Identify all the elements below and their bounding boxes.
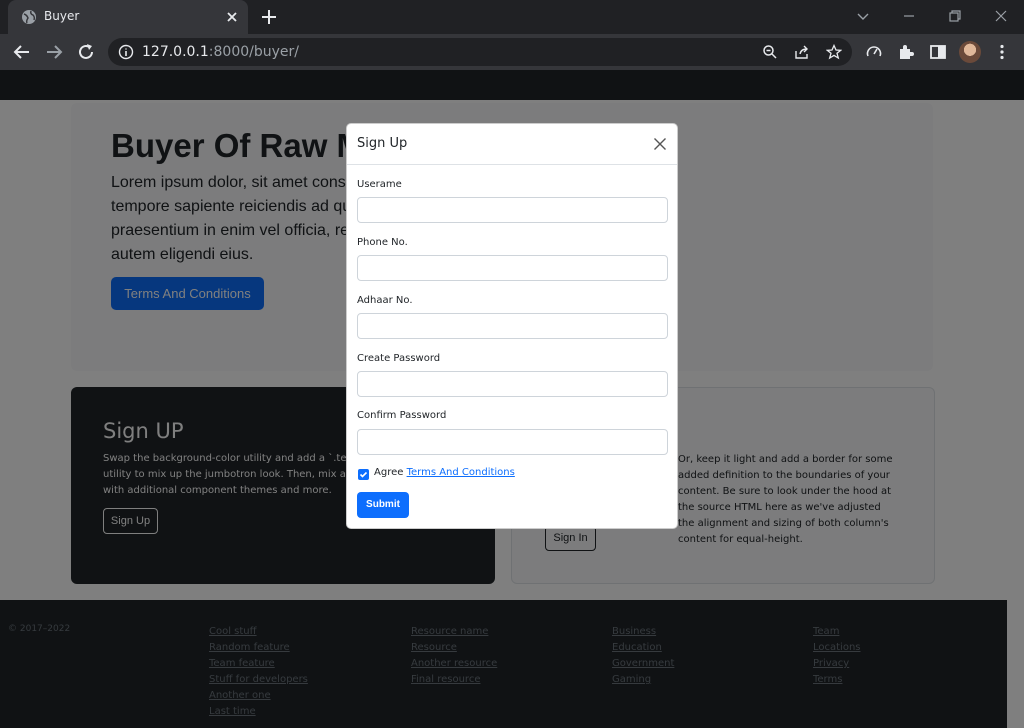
globe-icon: [22, 10, 36, 24]
confirm-password-label: Confirm Password: [357, 410, 447, 421]
agree-label: Agree Terms And Conditions: [374, 467, 515, 478]
back-icon[interactable]: [12, 42, 32, 62]
browser-tab-strip: Buyer: [0, 0, 1024, 34]
side-panel-icon[interactable]: [929, 43, 947, 61]
phone-label: Phone No.: [357, 237, 408, 248]
tab-title: Buyer: [44, 9, 80, 23]
forward-icon[interactable]: [44, 42, 64, 62]
menu-kebab-icon[interactable]: [993, 43, 1011, 61]
close-tab-icon[interactable]: [224, 9, 240, 25]
close-icon[interactable]: [653, 137, 667, 151]
phone-input[interactable]: [357, 255, 668, 281]
username-label: Userame: [357, 179, 402, 190]
site-info-icon[interactable]: [118, 44, 134, 60]
username-input[interactable]: [357, 197, 668, 223]
url-text[interactable]: 127.0.0.1:8000/buyer/: [142, 44, 299, 60]
performance-icon[interactable]: [865, 43, 883, 61]
new-tab-icon[interactable]: [260, 8, 278, 26]
submit-button[interactable]: Submit: [357, 492, 409, 518]
profile-avatar[interactable]: [959, 41, 981, 63]
zoom-icon[interactable]: [762, 44, 778, 60]
restore-icon[interactable]: [945, 6, 965, 26]
agree-text: Agree: [374, 467, 404, 478]
terms-link[interactable]: Terms And Conditions: [407, 467, 515, 478]
page-viewport: Buyer Of Raw Materials Lorem ipsum dolor…: [0, 70, 1024, 728]
address-bar[interactable]: 127.0.0.1:8000/buyer/: [108, 38, 852, 66]
modal-header: Sign Up: [347, 124, 677, 165]
checkmark-icon: [359, 471, 368, 478]
share-icon[interactable]: [794, 44, 810, 60]
bookmark-star-icon[interactable]: [826, 44, 842, 60]
extensions-icon[interactable]: [897, 43, 915, 61]
signup-modal: Sign Up Userame Phone No. Adhaar No. Cre…: [346, 123, 678, 529]
modal-title: Sign Up: [357, 136, 408, 151]
browser-tab[interactable]: Buyer: [8, 0, 248, 34]
adhaar-input[interactable]: [357, 313, 668, 339]
minimize-icon[interactable]: [899, 6, 919, 26]
agree-checkbox[interactable]: [358, 469, 369, 480]
confirm-password-input[interactable]: [357, 429, 668, 455]
adhaar-label: Adhaar No.: [357, 295, 413, 306]
reload-icon[interactable]: [76, 42, 96, 62]
create-password-label: Create Password: [357, 353, 441, 364]
tab-search-icon[interactable]: [853, 6, 873, 26]
create-password-input[interactable]: [357, 371, 668, 397]
close-window-icon[interactable]: [991, 6, 1011, 26]
browser-toolbar: 127.0.0.1:8000/buyer/: [0, 34, 1024, 70]
